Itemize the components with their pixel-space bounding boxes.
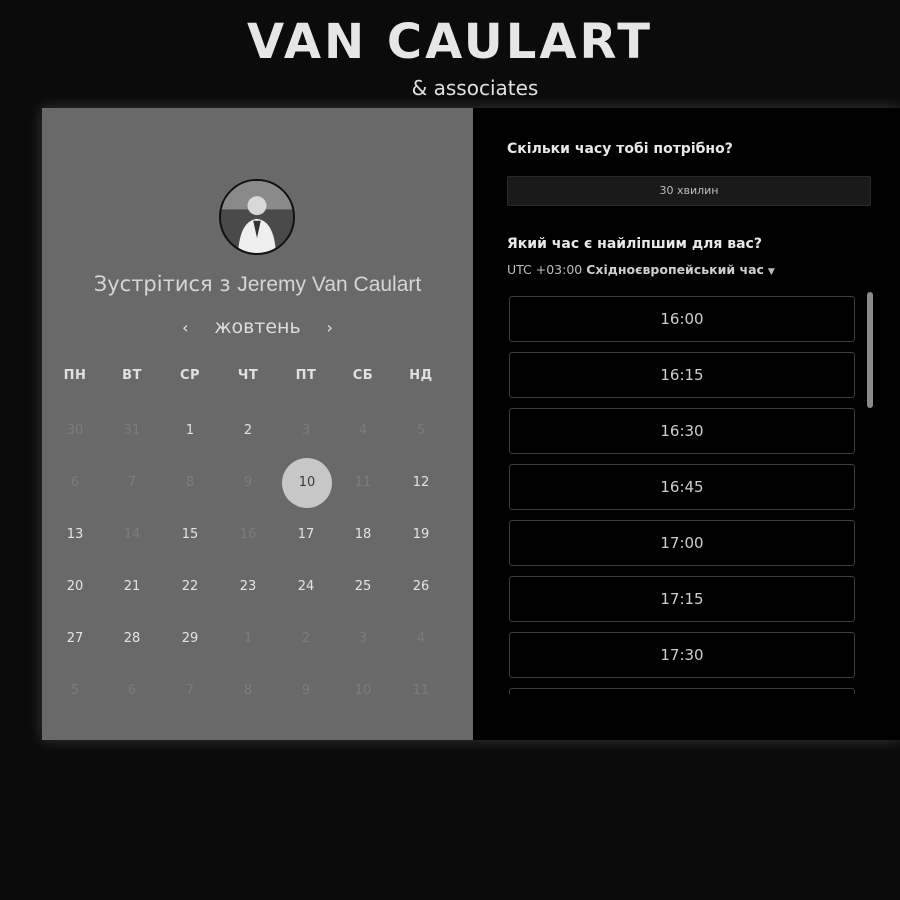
day-cell: 6 (127, 683, 137, 698)
day-cell: 4 (416, 631, 426, 646)
day-cell: 6 (70, 475, 80, 490)
time-slot[interactable]: 17:00 (509, 520, 855, 566)
weekday-label: СР (179, 368, 201, 383)
day-cell: 9 (301, 683, 311, 698)
weekday-label: ВТ (122, 368, 142, 383)
month-navigation: ‹ жовтень › (42, 313, 473, 342)
day-cell: 3 (301, 423, 311, 438)
day-cell[interactable]: 18 (338, 510, 388, 560)
day-cell[interactable]: 25 (338, 562, 388, 612)
day-cell: 14 (123, 527, 141, 542)
day-cell[interactable]: 1 (165, 406, 215, 456)
weekday-label: ПТ (295, 368, 317, 383)
day-cell[interactable]: 28 (107, 614, 157, 664)
time-slot[interactable]: 17:15 (509, 576, 855, 622)
time-slot[interactable]: 16:00 (509, 296, 855, 342)
chevron-right-icon[interactable]: › (321, 314, 339, 342)
weekday-label: ПН (63, 368, 87, 383)
time-slot[interactable]: 16:45 (509, 464, 855, 510)
day-cell-selected[interactable]: 10 (282, 458, 332, 508)
avatar-photo (221, 181, 293, 253)
host-avatar (219, 179, 295, 255)
slot-scrollbar[interactable] (867, 292, 873, 408)
day-cell[interactable]: 22 (165, 562, 215, 612)
timezone-offset: UTC +03:00 (507, 262, 583, 277)
day-cell: 3 (358, 631, 368, 646)
weekday-label: НД (409, 368, 433, 383)
day-cell: 10 (354, 683, 372, 698)
day-cell[interactable]: 27 (50, 614, 100, 664)
day-cell: 11 (412, 683, 430, 698)
time-slot[interactable]: 16:15 (509, 352, 855, 398)
brand-header: VAN CAULART & associates (0, 0, 900, 106)
day-cell[interactable]: 2 (223, 406, 273, 456)
day-cell[interactable]: 23 (223, 562, 273, 612)
day-cell[interactable]: 21 (107, 562, 157, 612)
day-cell[interactable]: 17 (281, 510, 331, 560)
day-cell[interactable]: 26 (396, 562, 446, 612)
month-label: жовтень (214, 316, 301, 338)
meeting-title: Зустрітися з Jeremy Van Caulart (42, 268, 473, 301)
brand-title: VAN CAULART (246, 14, 654, 70)
chevron-left-icon[interactable]: ‹ (176, 314, 194, 342)
weekday-label: СБ (352, 368, 374, 383)
day-cell[interactable]: 20 (50, 562, 100, 612)
day-cell[interactable]: 19 (396, 510, 446, 560)
day-cell[interactable]: 12 (396, 458, 446, 508)
day-cell[interactable]: 29 (165, 614, 215, 664)
brand-subtitle: & associates (411, 76, 539, 100)
day-cell: 7 (127, 475, 137, 490)
caret-down-icon: ▼ (767, 267, 775, 277)
day-cell: 30 (66, 423, 84, 438)
duration-question: Скільки часу тобі потрібно? (507, 141, 733, 157)
day-cell: 1 (243, 631, 253, 646)
duration-select[interactable]: 30 хвилин (507, 176, 871, 206)
time-question: Який час є найліпшим для вас? (507, 236, 762, 252)
host-name: Jeremy Van Caulart (237, 273, 422, 296)
booking-card: Зустрітися з Jeremy Van Caulart ‹ жовтен… (42, 108, 900, 740)
day-cell[interactable]: 24 (281, 562, 331, 612)
time-slot[interactable]: 17:30 (509, 632, 855, 678)
day-cell: 11 (354, 475, 372, 490)
day-cell: 5 (70, 683, 80, 698)
day-cell: 31 (123, 423, 141, 438)
calendar-panel: Зустрітися з Jeremy Van Caulart ‹ жовтен… (42, 108, 473, 740)
day-cell: 9 (243, 475, 253, 490)
timezone-name: Східноєвропейський час (586, 262, 764, 277)
day-cell: 8 (243, 683, 253, 698)
time-slot-list: 16:00 16:15 16:30 16:45 17:00 17:15 17:30 (509, 294, 859, 694)
timezone-select[interactable]: UTC +03:00 Східноєвропейський час ▼ (507, 262, 775, 277)
time-slot[interactable] (509, 688, 855, 694)
day-cell: 8 (185, 475, 195, 490)
time-panel: Скільки часу тобі потрібно? 30 хвилин Як… (473, 108, 900, 740)
time-slot[interactable]: 16:30 (509, 408, 855, 454)
day-cell: 5 (416, 423, 426, 438)
day-cell: 16 (239, 527, 257, 542)
day-cell: 2 (301, 631, 311, 646)
day-cell[interactable]: 15 (165, 510, 215, 560)
day-cell: 4 (358, 423, 368, 438)
weekday-header: ПН ВТ СР ЧТ ПТ СБ НД (42, 368, 473, 392)
meeting-title-prefix: Зустрітися з (93, 272, 231, 296)
weekday-label: ЧТ (237, 368, 259, 383)
day-cell: 7 (185, 683, 195, 698)
day-cell[interactable]: 13 (50, 510, 100, 560)
